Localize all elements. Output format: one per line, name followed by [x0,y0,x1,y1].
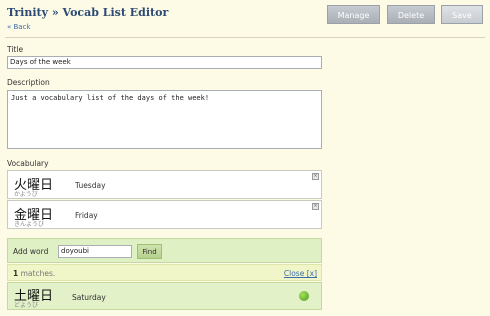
matches-count-line: 1 matches. [13,269,55,278]
vocab-row: 火曜日 かようび Tuesday × [7,170,322,199]
vocab-meaning: Tuesday [75,181,106,190]
matches-text: matches. [20,269,56,278]
result-kana: どようび [14,302,39,309]
title-label: Title [7,45,24,54]
add-word-input[interactable]: doyoubi [58,245,132,258]
page-title: Trinity » Vocab List Editor [7,6,169,19]
add-word-panel: Add word doyoubi Find [7,238,322,263]
header-divider [5,37,485,38]
vocab-kana: きんようび [14,221,45,228]
vocabulary-label: Vocabulary [7,159,49,168]
result-row[interactable]: 土曜日 どようび Saturday [7,282,322,310]
vocab-kana: かようび [14,191,38,198]
manage-button[interactable]: Manage [327,5,380,24]
remove-icon[interactable]: × [312,173,319,180]
description-label: Description [7,78,50,87]
title-input[interactable]: Days of the week [7,56,322,69]
find-button[interactable]: Find [137,244,162,259]
vocab-meaning: Friday [75,211,98,220]
description-textarea[interactable]: Just a vocabulary list of the days of th… [7,90,322,149]
back-link[interactable]: « Back [7,23,31,31]
save-button[interactable]: Save [441,5,483,24]
matches-count: 1 [13,269,19,278]
remove-icon[interactable]: × [312,203,319,210]
delete-button[interactable]: Delete [387,5,435,24]
matches-bar: 1 matches. Close [x] [7,264,322,281]
result-meaning: Saturday [72,293,106,302]
add-status-icon[interactable] [299,291,309,301]
vocab-row: 金曜日 きんようび Friday × [7,200,322,229]
close-results-link[interactable]: Close [x] [284,269,317,278]
add-word-label: Add word [13,247,49,256]
